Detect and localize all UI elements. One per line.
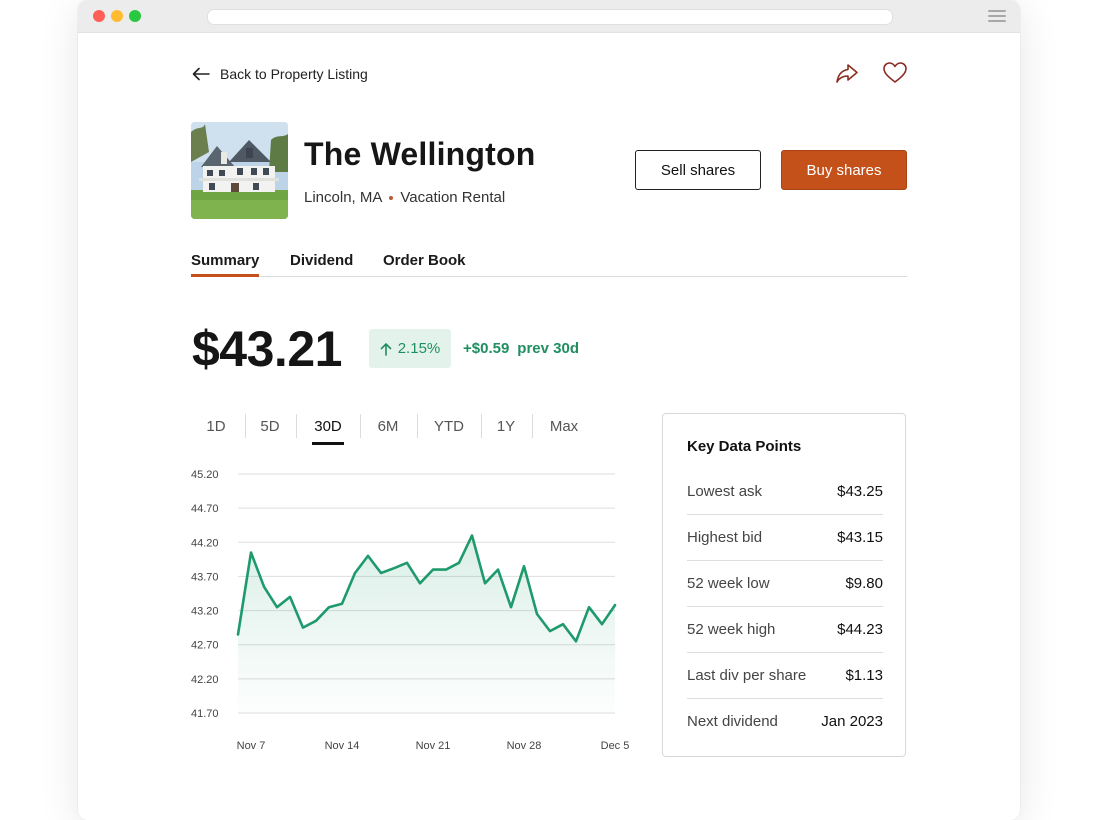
house-image bbox=[191, 122, 288, 219]
buy-shares-button[interactable]: Buy shares bbox=[781, 150, 907, 190]
range-max[interactable]: Max bbox=[544, 412, 584, 440]
price-area-fill bbox=[238, 535, 615, 713]
tab-summary[interactable]: Summary bbox=[191, 252, 260, 277]
y-tick-label: 43.70 bbox=[191, 571, 219, 583]
sell-shares-button[interactable]: Sell shares bbox=[635, 150, 761, 190]
y-tick-label: 43.20 bbox=[191, 606, 219, 618]
key-data-row: Last div per share $1.13 bbox=[687, 652, 883, 698]
range-divider bbox=[296, 414, 297, 438]
y-tick-label: 44.20 bbox=[191, 537, 219, 549]
hamburger-menu-icon[interactable] bbox=[988, 10, 1006, 22]
range-divider bbox=[417, 414, 418, 438]
key-data-row: Highest bid $43.15 bbox=[687, 514, 883, 560]
property-category: Vacation Rental bbox=[400, 189, 506, 206]
x-tick-label: Nov 14 bbox=[325, 740, 360, 752]
change-period: prev 30d bbox=[517, 340, 579, 357]
x-axis: Nov 7 Nov 14 Nov 21 Nov 28 Dec 5 bbox=[237, 740, 630, 752]
address-bar[interactable] bbox=[207, 9, 893, 25]
heart-icon bbox=[883, 62, 907, 83]
range-divider bbox=[481, 414, 482, 438]
property-title: The Wellington bbox=[304, 136, 536, 172]
range-30d[interactable]: 30D bbox=[312, 412, 344, 445]
maximize-window-button[interactable] bbox=[129, 10, 141, 22]
x-tick-label: Dec 5 bbox=[601, 740, 630, 752]
key-data-title: Key Data Points bbox=[687, 438, 802, 455]
key-data-row: 52 week high $44.23 bbox=[687, 606, 883, 652]
y-tick-label: 44.70 bbox=[191, 503, 219, 515]
key-data-label: Lowest ask bbox=[687, 482, 763, 500]
key-data-label: Highest bid bbox=[687, 528, 763, 546]
range-ytd[interactable]: YTD bbox=[430, 412, 468, 440]
property-photo bbox=[191, 122, 288, 219]
close-window-button[interactable] bbox=[93, 10, 105, 22]
key-data-row: 52 week low $9.80 bbox=[687, 560, 883, 606]
y-tick-label: 42.20 bbox=[191, 674, 219, 686]
favorite-button[interactable] bbox=[882, 60, 908, 86]
range-divider bbox=[245, 414, 246, 438]
property-subtitle: Lincoln, MA Vacation Rental bbox=[304, 189, 505, 206]
key-data-value: $43.25 bbox=[837, 482, 883, 500]
range-5d[interactable]: 5D bbox=[254, 412, 286, 440]
y-tick-label: 41.70 bbox=[191, 708, 219, 720]
range-divider bbox=[360, 414, 361, 438]
key-data-label: 52 week low bbox=[687, 574, 770, 592]
range-divider bbox=[532, 414, 533, 438]
tab-dividend[interactable]: Dividend bbox=[290, 252, 353, 269]
minimize-window-button[interactable] bbox=[111, 10, 123, 22]
key-data-panel: Key Data Points Lowest ask $43.25 Highes… bbox=[662, 413, 906, 757]
price-change: +$0.59 prev 30d bbox=[463, 340, 579, 357]
key-data-row: Next dividend Jan 2023 bbox=[687, 698, 883, 744]
share-icon bbox=[836, 64, 858, 83]
change-percent-badge: 2.15% bbox=[369, 329, 451, 368]
title-bar bbox=[78, 0, 1020, 33]
key-data-value: $1.13 bbox=[845, 666, 883, 684]
share-button[interactable] bbox=[834, 60, 860, 86]
range-1d[interactable]: 1D bbox=[200, 412, 232, 440]
tab-bar: Summary Dividend Order Book bbox=[191, 252, 907, 277]
separator-dot bbox=[389, 195, 394, 200]
arrow-left-icon bbox=[192, 67, 210, 81]
tab-order-book[interactable]: Order Book bbox=[383, 252, 466, 269]
back-to-listing-link[interactable]: Back to Property Listing bbox=[192, 63, 368, 85]
range-1y[interactable]: 1Y bbox=[492, 412, 520, 440]
y-axis: 45.20 44.70 44.20 43.70 43.20 42.70 42.20 41.70 bbox=[191, 469, 219, 720]
x-tick-label: Nov 28 bbox=[507, 740, 542, 752]
back-link-label: Back to Property Listing bbox=[220, 66, 368, 82]
key-data-value: $9.80 bbox=[845, 574, 883, 592]
key-data-value: $43.15 bbox=[837, 528, 883, 546]
key-data-value: Jan 2023 bbox=[821, 712, 883, 730]
x-tick-label: Nov 7 bbox=[237, 740, 266, 752]
x-tick-label: Nov 21 bbox=[416, 740, 451, 752]
change-percent: 2.15% bbox=[397, 340, 441, 357]
y-tick-label: 45.20 bbox=[191, 469, 219, 481]
arrow-up-icon bbox=[380, 342, 392, 356]
current-price: $43.21 bbox=[192, 321, 342, 377]
y-tick-label: 42.70 bbox=[191, 640, 219, 652]
key-data-label: 52 week high bbox=[687, 620, 776, 638]
price-chart: 45.20 44.70 44.20 43.70 43.20 42.70 42.20 41.70… bbox=[191, 469, 630, 752]
range-6m[interactable]: 6M bbox=[372, 412, 404, 440]
key-data-row: Lowest ask $43.25 bbox=[687, 468, 883, 514]
change-amount: +$0.59 bbox=[463, 340, 510, 357]
key-data-label: Last div per share bbox=[687, 666, 807, 684]
key-data-value: $44.23 bbox=[837, 620, 883, 638]
property-location: Lincoln, MA bbox=[304, 189, 383, 206]
key-data-label: Next dividend bbox=[687, 712, 778, 730]
